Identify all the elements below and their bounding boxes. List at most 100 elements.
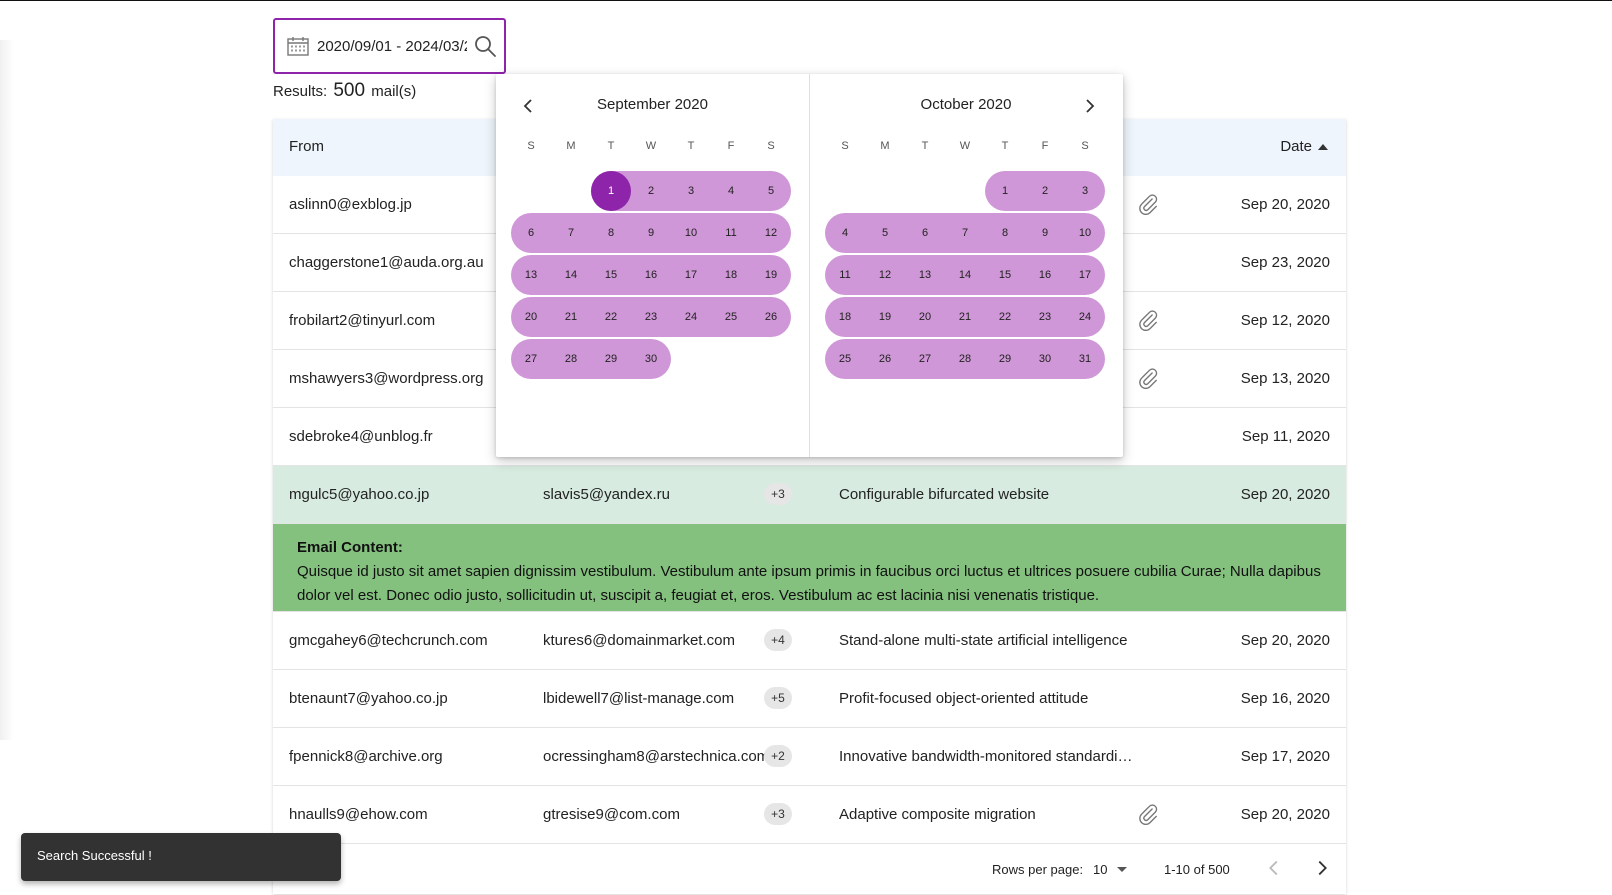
day-cell[interactable]: 4 <box>711 171 751 211</box>
day-cell[interactable]: 13 <box>905 255 945 295</box>
cell-from: gmcgahey6@techcrunch.com <box>289 632 488 649</box>
day-cell[interactable]: 15 <box>985 255 1025 295</box>
day-cell[interactable]: 18 <box>711 255 751 295</box>
day-cell[interactable]: 21 <box>945 297 985 337</box>
day-cell[interactable]: 23 <box>631 297 671 337</box>
table-row[interactable]: gmcgahey6@techcrunch.com ktures6@domainma… <box>273 612 1346 670</box>
day-cell[interactable]: 19 <box>751 255 791 295</box>
day-cell-selected[interactable]: 1 <box>591 171 631 211</box>
day-cell[interactable]: 27 <box>511 339 551 379</box>
rows-per-page-select[interactable]: 10 <box>1093 862 1128 877</box>
weekday-label: M <box>566 140 576 152</box>
table-pagination: Rows per page: 10 1-10 of 500 <box>273 842 1346 894</box>
day-cell[interactable]: 22 <box>591 297 631 337</box>
cell-subject: Adaptive composite migration <box>839 806 1036 823</box>
day-cell[interactable]: 8 <box>985 213 1025 253</box>
day-cell[interactable]: 30 <box>1025 339 1065 379</box>
paperclip-icon <box>1137 193 1159 215</box>
date-range-search-box[interactable] <box>273 18 506 74</box>
day-cell[interactable]: 18 <box>825 297 865 337</box>
day-cell[interactable]: 13 <box>511 255 551 295</box>
day-number: 20 <box>918 311 932 323</box>
table-row[interactable]: mgulc5@yahoo.co.jp slavis5@yandex.ru +3 Con… <box>273 466 1346 524</box>
weekday-label: T <box>1001 140 1009 152</box>
day-cell[interactable]: 22 <box>985 297 1025 337</box>
day-number: 25 <box>838 353 852 365</box>
search-icon[interactable] <box>473 34 497 58</box>
day-cell[interactable]: 29 <box>985 339 1025 379</box>
day-cell[interactable]: 10 <box>671 213 711 253</box>
paperclip-icon <box>1137 309 1159 331</box>
day-cell[interactable]: 3 <box>671 171 711 211</box>
day-cell[interactable]: 16 <box>631 255 671 295</box>
day-cell[interactable]: 20 <box>511 297 551 337</box>
day-cell[interactable]: 14 <box>945 255 985 295</box>
day-cell[interactable]: 27 <box>905 339 945 379</box>
date-range-input[interactable] <box>317 37 467 55</box>
column-header-date[interactable]: Date <box>1280 138 1328 155</box>
day-cell[interactable]: 2 <box>1025 171 1065 211</box>
day-cell[interactable]: 15 <box>591 255 631 295</box>
day-cell[interactable]: 28 <box>551 339 591 379</box>
day-cell[interactable]: 3 <box>1065 171 1105 211</box>
day-number: 12 <box>878 269 892 281</box>
calendar-icon <box>287 37 309 56</box>
day-number: 3 <box>1081 185 1089 197</box>
day-cell[interactable]: 2 <box>631 171 671 211</box>
day-cell[interactable]: 23 <box>1025 297 1065 337</box>
day-number: 24 <box>1078 311 1092 323</box>
chevron-right-icon[interactable] <box>1311 857 1333 879</box>
day-cell[interactable]: 17 <box>1065 255 1105 295</box>
day-cell[interactable]: 26 <box>751 297 791 337</box>
day-number: 3 <box>687 185 695 197</box>
day-cell[interactable]: 9 <box>631 213 671 253</box>
day-cell[interactable]: 31 <box>1065 339 1105 379</box>
day-cell[interactable]: 29 <box>591 339 631 379</box>
day-number: 18 <box>838 311 852 323</box>
day-cell[interactable]: 7 <box>551 213 591 253</box>
day-cell[interactable]: 11 <box>825 255 865 295</box>
day-cell[interactable]: 25 <box>825 339 865 379</box>
day-cell[interactable]: 5 <box>751 171 791 211</box>
day-cell[interactable]: 24 <box>1065 297 1105 337</box>
day-cell[interactable]: 5 <box>865 213 905 253</box>
day-cell[interactable]: 25 <box>711 297 751 337</box>
day-cell[interactable]: 6 <box>905 213 945 253</box>
day-cell[interactable]: 11 <box>711 213 751 253</box>
cell-subject: Configurable bifurcated website <box>839 486 1050 503</box>
day-cell[interactable]: 21 <box>551 297 591 337</box>
day-cell[interactable]: 30 <box>631 339 671 379</box>
day-cell[interactable]: 10 <box>1065 213 1105 253</box>
day-number: 5 <box>767 185 775 197</box>
next-month-icon[interactable] <box>1078 94 1102 118</box>
day-cell[interactable]: 17 <box>671 255 711 295</box>
table-row[interactable]: fpennick8@archive.org ocressingham8@arste… <box>273 728 1346 786</box>
day-cell[interactable]: 20 <box>905 297 945 337</box>
day-cell[interactable]: 8 <box>591 213 631 253</box>
day-cell[interactable]: 9 <box>1025 213 1065 253</box>
day-cell[interactable]: 1 <box>985 171 1025 211</box>
day-cell[interactable]: 16 <box>1025 255 1065 295</box>
cell-date: Sep 17, 2020 <box>1240 748 1330 765</box>
day-cell[interactable]: 6 <box>511 213 551 253</box>
day-cell[interactable]: 12 <box>751 213 791 253</box>
day-cell[interactable]: 4 <box>825 213 865 253</box>
column-header-from[interactable]: From <box>289 138 324 155</box>
day-cell[interactable]: 28 <box>945 339 985 379</box>
day-cell[interactable]: 14 <box>551 255 591 295</box>
day-cell[interactable]: 19 <box>865 297 905 337</box>
table-row[interactable]: hnaulls9@ehow.com gtresise9@com.com +3 Adap… <box>273 786 1346 844</box>
day-cell[interactable]: 7 <box>945 213 985 253</box>
day-number: 25 <box>724 311 738 323</box>
day-cell[interactable]: 26 <box>865 339 905 379</box>
day-cell[interactable]: 12 <box>865 255 905 295</box>
toast-message: Search Successful ! <box>37 848 152 863</box>
column-header-date-label: Date <box>1280 138 1312 155</box>
table-row[interactable]: btenaunt7@yahoo.co.jp lbidewell7@list-man… <box>273 670 1346 728</box>
day-number: 16 <box>1038 269 1052 281</box>
chevron-left-icon[interactable] <box>1263 857 1285 879</box>
day-number: 4 <box>727 185 735 197</box>
day-cell[interactable]: 24 <box>671 297 711 337</box>
day-number: 10 <box>1078 227 1092 239</box>
results-summary: Results: 500 mail(s) <box>273 80 416 102</box>
